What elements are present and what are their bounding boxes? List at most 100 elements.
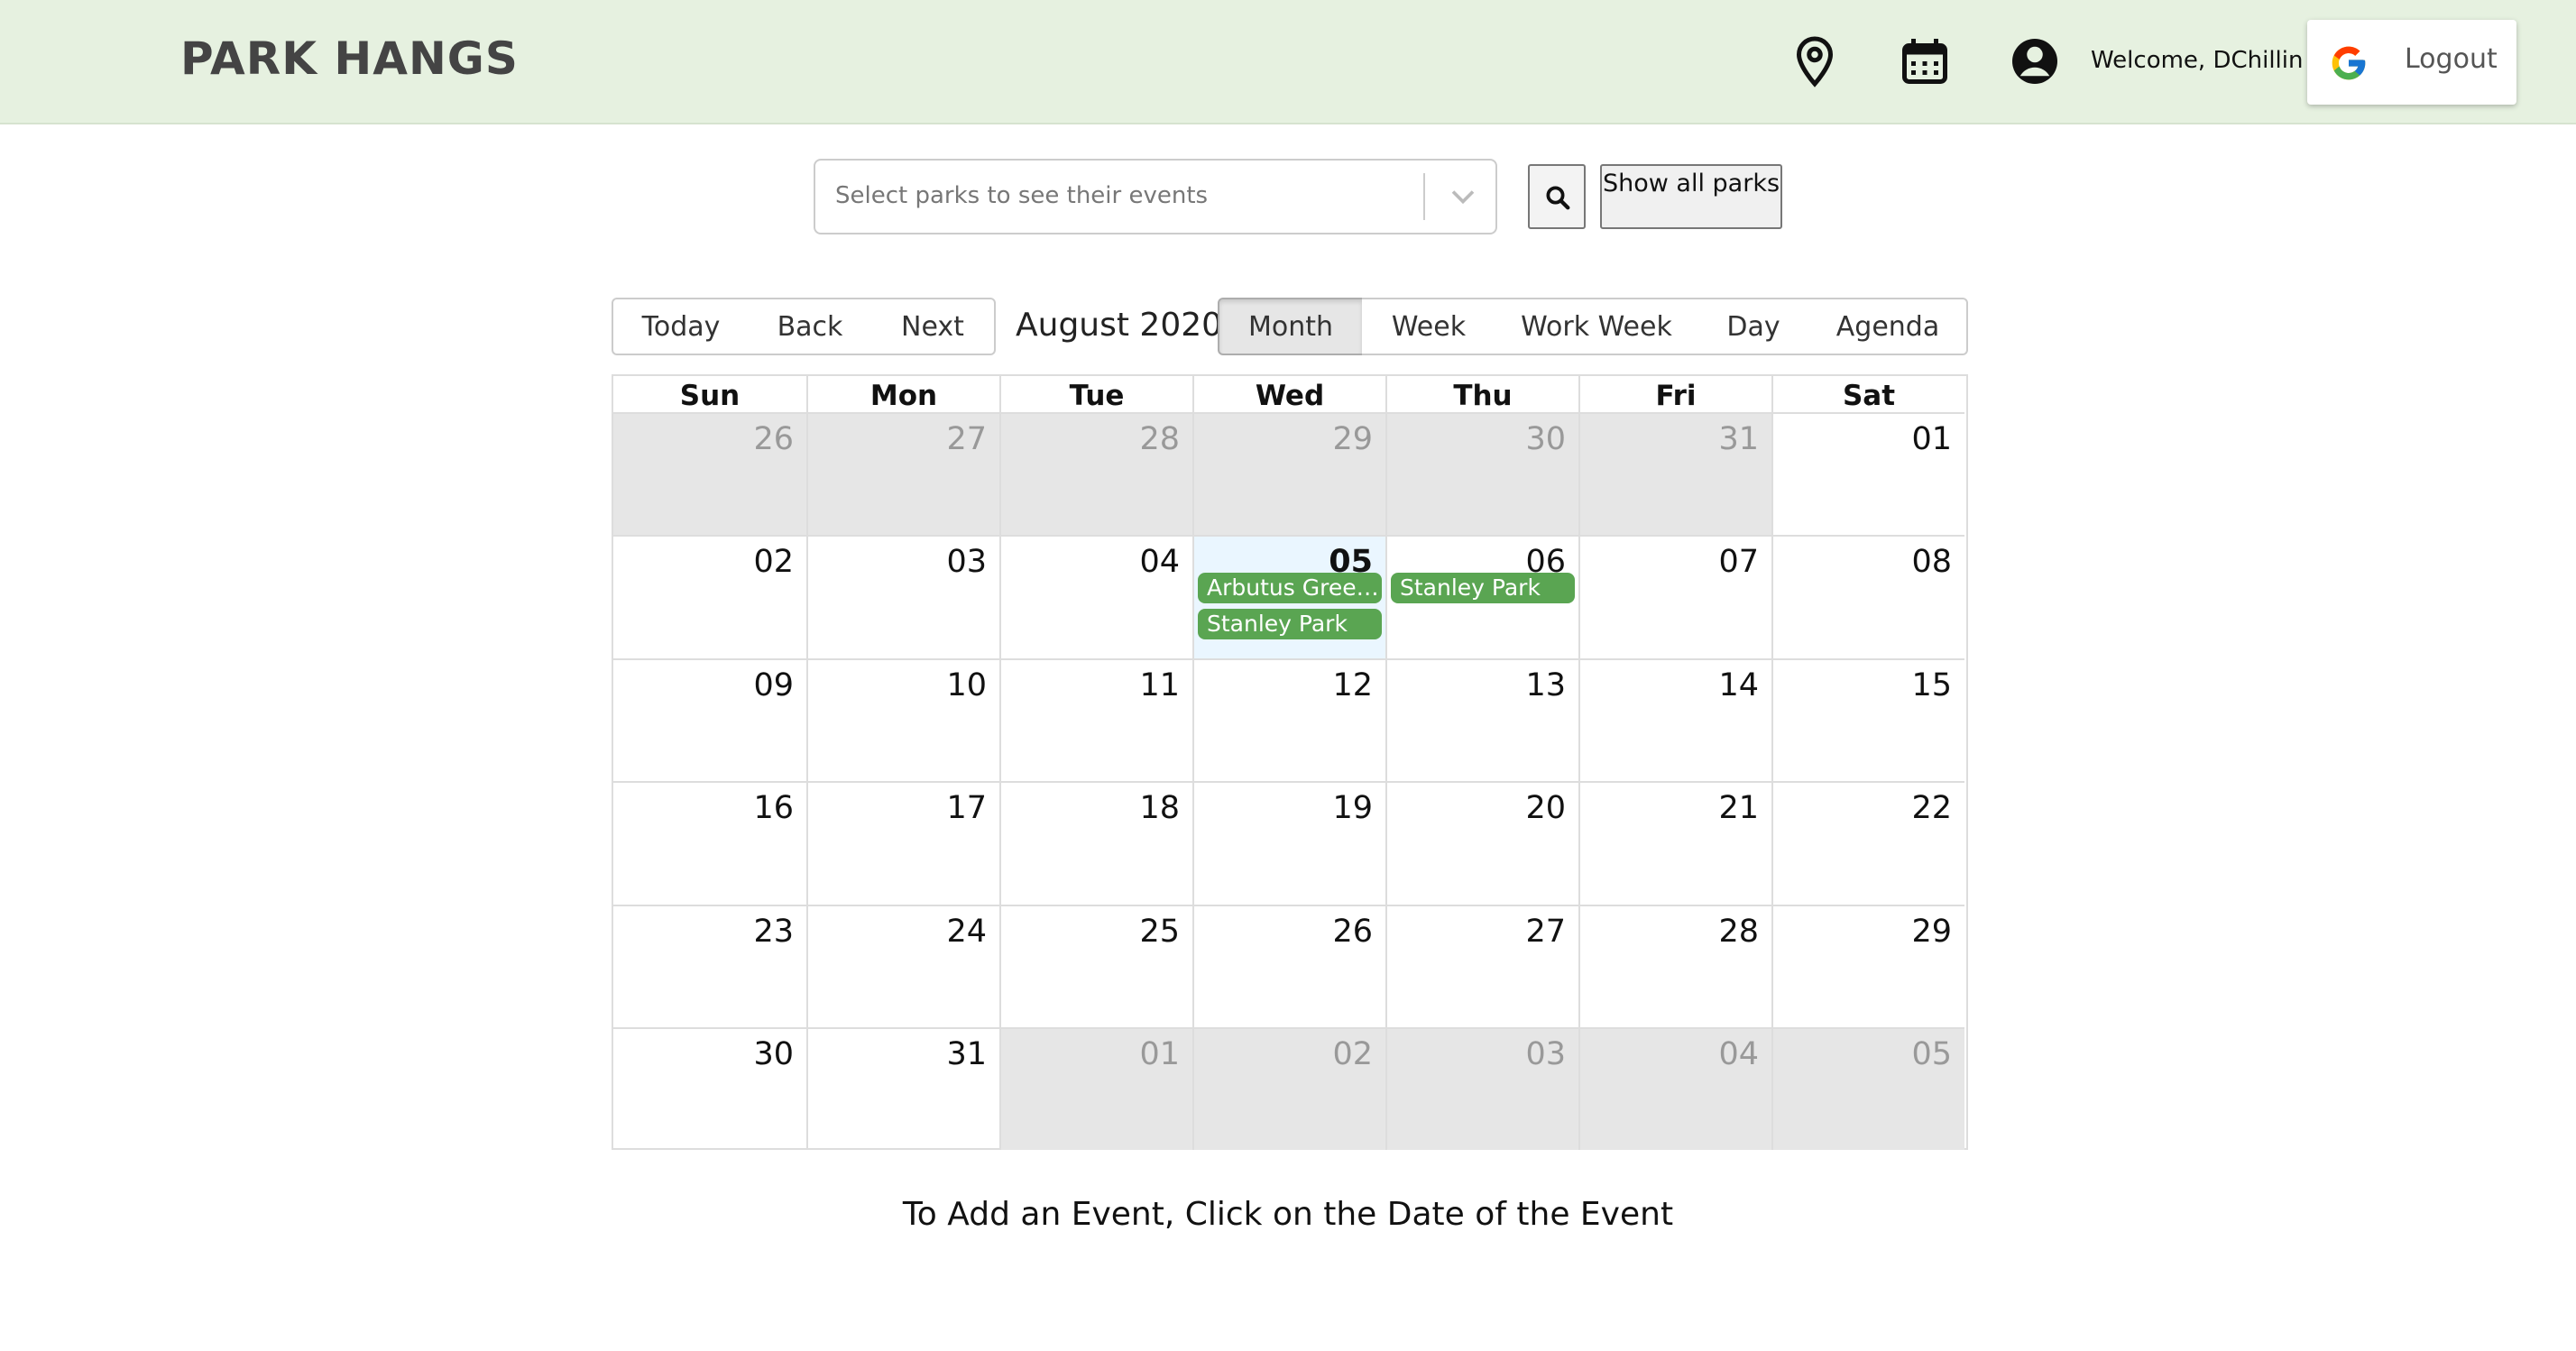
day-number[interactable]: 08 [1911, 544, 1952, 580]
day-cell[interactable]: 28 [1578, 904, 1771, 1027]
day-cell[interactable]: 13 [1385, 657, 1578, 782]
day-cell[interactable]: 05Arbutus GreenwayStanley Park [1192, 535, 1385, 658]
calendar-event[interactable]: Stanley Park [1391, 573, 1575, 604]
day-number[interactable]: 30 [1525, 421, 1566, 457]
day-cell[interactable]: 19 [1192, 781, 1385, 905]
day-cell[interactable]: 22 [1771, 781, 1964, 905]
day-number[interactable]: 24 [946, 914, 987, 950]
brand-logo[interactable]: PARK HANGS [180, 32, 519, 85]
day-number[interactable]: 03 [1525, 1036, 1566, 1072]
day-number[interactable]: 28 [1718, 914, 1759, 950]
day-cell[interactable]: 01 [999, 1027, 1192, 1151]
today-button[interactable]: Today [612, 298, 750, 355]
view-month-button[interactable]: Month [1218, 298, 1364, 355]
day-cell[interactable]: 03 [806, 535, 999, 658]
day-number[interactable]: 16 [753, 790, 794, 826]
day-cell[interactable]: 26 [613, 412, 806, 536]
map-pin-icon[interactable] [1788, 34, 1842, 88]
day-number[interactable]: 01 [1139, 1036, 1180, 1072]
day-number[interactable]: 11 [1139, 667, 1180, 703]
day-number[interactable]: 05 [1911, 1036, 1952, 1072]
day-cell[interactable]: 10 [806, 657, 999, 782]
day-cell[interactable]: 26 [1192, 904, 1385, 1027]
day-cell[interactable]: 31 [806, 1027, 999, 1151]
day-cell[interactable]: 14 [1578, 657, 1771, 782]
day-cell[interactable]: 20 [1385, 781, 1578, 905]
day-cell[interactable]: 28 [999, 412, 1192, 536]
view-week-button[interactable]: Week [1362, 298, 1497, 355]
day-cell[interactable]: 08 [1771, 535, 1964, 658]
day-cell[interactable]: 12 [1192, 657, 1385, 782]
day-cell[interactable]: 02 [1192, 1027, 1385, 1151]
calendar-event[interactable]: Stanley Park [1198, 609, 1382, 640]
day-cell[interactable]: 21 [1578, 781, 1771, 905]
day-cell[interactable]: 31 [1578, 412, 1771, 536]
day-cell[interactable]: 01 [1771, 412, 1964, 536]
view-agenda-button[interactable]: Agenda [1809, 298, 1968, 355]
day-number[interactable]: 22 [1911, 790, 1952, 826]
day-cell[interactable]: 30 [613, 1027, 806, 1150]
calendar-event[interactable]: Arbutus Greenway [1198, 573, 1382, 604]
day-number[interactable]: 04 [1139, 544, 1180, 580]
day-number[interactable]: 19 [1332, 790, 1373, 826]
day-number[interactable]: 28 [1139, 421, 1180, 457]
day-number[interactable]: 31 [1718, 421, 1759, 457]
day-cell[interactable]: 04 [999, 535, 1192, 658]
search-button[interactable] [1528, 164, 1586, 229]
day-number[interactable]: 10 [946, 667, 987, 703]
day-number[interactable]: 30 [753, 1036, 794, 1072]
day-cell[interactable]: 02 [613, 535, 806, 657]
day-cell[interactable]: 25 [999, 904, 1192, 1027]
day-number[interactable]: 04 [1718, 1036, 1759, 1072]
day-number[interactable]: 13 [1525, 667, 1566, 703]
day-number[interactable]: 29 [1332, 421, 1373, 457]
day-number[interactable]: 18 [1139, 790, 1180, 826]
park-select[interactable]: Select parks to see their events [814, 159, 1497, 234]
day-cell[interactable]: 17 [806, 781, 999, 905]
day-number[interactable]: 17 [946, 790, 987, 826]
next-button[interactable]: Next [871, 298, 996, 355]
day-cell[interactable]: 16 [613, 781, 806, 904]
back-button[interactable]: Back [749, 298, 873, 355]
day-number[interactable]: 26 [1332, 914, 1373, 950]
view-day-button[interactable]: Day [1697, 298, 1811, 355]
day-cell[interactable]: 27 [806, 412, 999, 536]
day-number[interactable]: 12 [1332, 667, 1373, 703]
day-cell[interactable]: 07 [1578, 535, 1771, 658]
day-number[interactable]: 14 [1718, 667, 1759, 703]
day-number[interactable]: 21 [1718, 790, 1759, 826]
day-number[interactable]: 23 [753, 914, 794, 950]
day-number[interactable]: 09 [753, 667, 794, 703]
day-number[interactable]: 31 [946, 1036, 987, 1072]
day-cell[interactable]: 03 [1385, 1027, 1578, 1151]
day-cell[interactable]: 05 [1771, 1027, 1964, 1151]
google-logout-button[interactable]: Logout [2307, 20, 2516, 105]
day-cell[interactable]: 30 [1385, 412, 1578, 536]
day-cell[interactable]: 15 [1771, 657, 1964, 782]
day-cell[interactable]: 11 [999, 657, 1192, 782]
day-number[interactable]: 03 [946, 544, 987, 580]
chevron-down-icon[interactable] [1443, 177, 1483, 216]
day-cell[interactable]: 04 [1578, 1027, 1771, 1151]
day-number[interactable]: 01 [1911, 421, 1952, 457]
day-number[interactable]: 27 [1525, 914, 1566, 950]
calendar-icon[interactable] [1898, 34, 1952, 88]
day-cell[interactable]: 09 [613, 657, 806, 781]
view-work-week-button[interactable]: Work Week [1495, 298, 1699, 355]
day-number[interactable]: 27 [946, 421, 987, 457]
day-number[interactable]: 26 [753, 421, 794, 457]
day-number[interactable]: 07 [1718, 544, 1759, 580]
day-number[interactable]: 02 [753, 544, 794, 580]
day-number[interactable]: 20 [1525, 790, 1566, 826]
day-cell[interactable]: 24 [806, 904, 999, 1027]
day-number[interactable]: 25 [1139, 914, 1180, 950]
day-cell[interactable]: 27 [1385, 904, 1578, 1027]
day-number[interactable]: 02 [1332, 1036, 1373, 1072]
day-cell[interactable]: 18 [999, 781, 1192, 905]
day-cell[interactable]: 29 [1771, 904, 1964, 1027]
day-cell[interactable]: 23 [613, 904, 806, 1027]
account-icon[interactable] [2008, 34, 2062, 88]
day-cell[interactable]: 06 Stanley Park [1385, 535, 1578, 658]
day-number[interactable]: 29 [1911, 914, 1952, 950]
day-number[interactable]: 15 [1911, 667, 1952, 703]
